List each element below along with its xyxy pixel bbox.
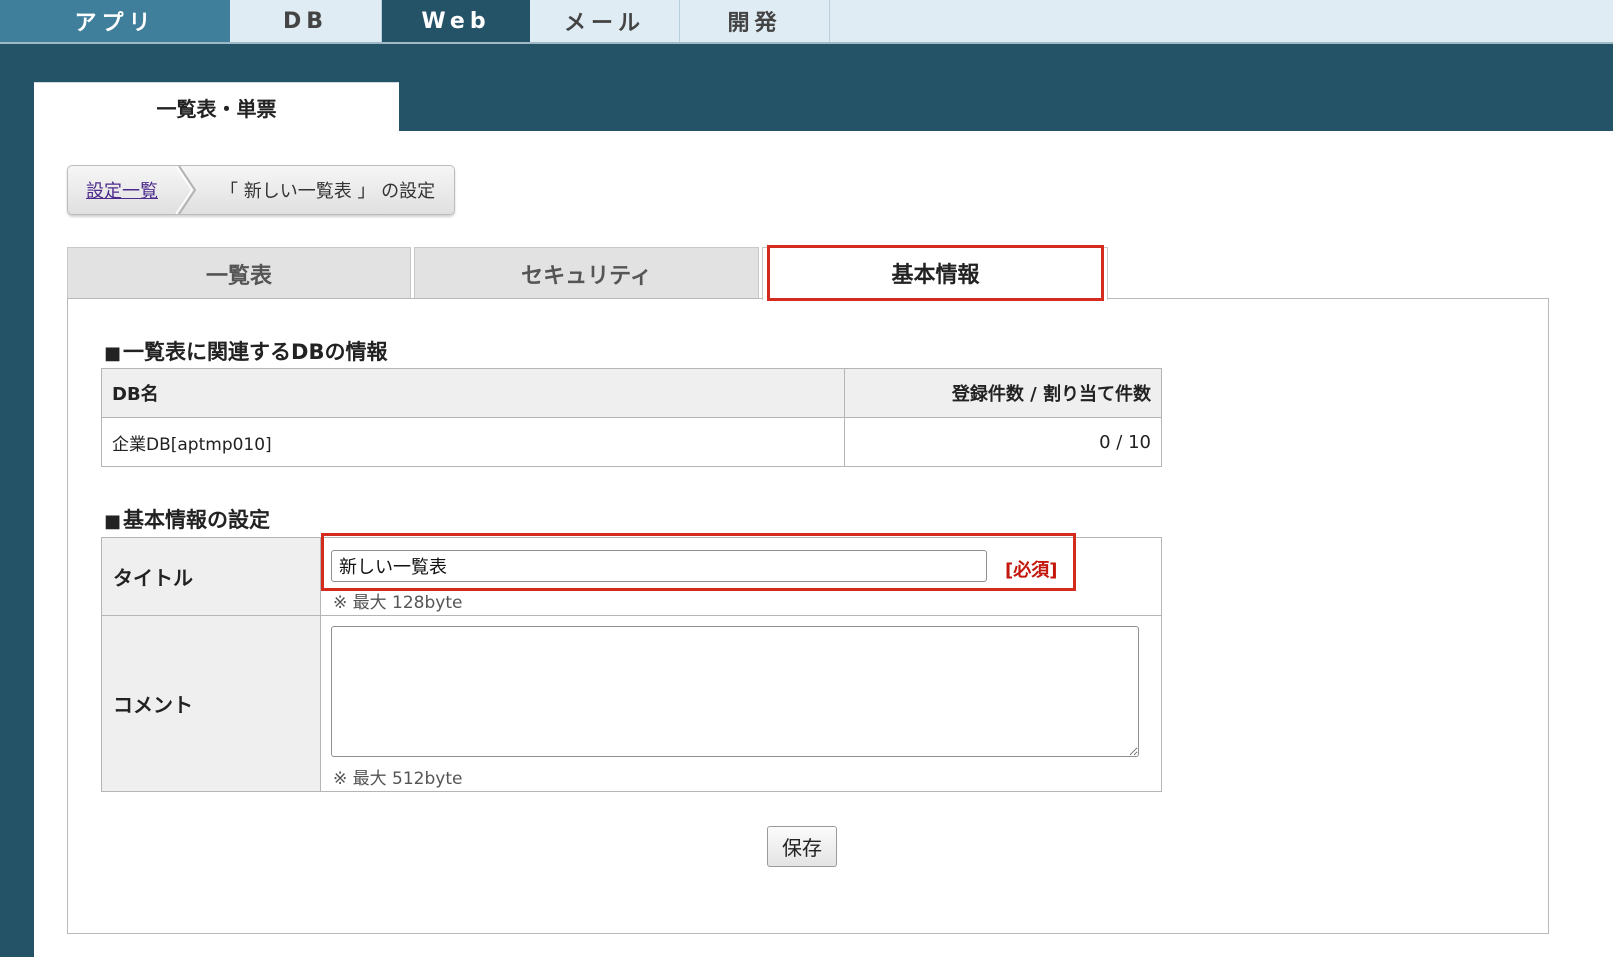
comment-max-hint: ※ 最大 512byte bbox=[333, 769, 463, 789]
db-section-title: 一覧表に関連するDBの情報 bbox=[123, 340, 388, 364]
breadcrumb-chevron-icon bbox=[175, 166, 197, 214]
section-marker-icon: ■ bbox=[104, 511, 122, 532]
nav-tab-mail[interactable]: メール bbox=[530, 0, 680, 42]
panel-tab-list-form[interactable]: 一覧表・単票 bbox=[34, 82, 399, 132]
nav-tab-db[interactable]: DB bbox=[230, 0, 382, 42]
tab-basic-info[interactable]: 基本情報 bbox=[767, 245, 1104, 301]
save-button[interactable]: 保存 bbox=[767, 826, 837, 867]
form-row-comment: コメント ※ 最大 512byte bbox=[101, 615, 1162, 792]
breadcrumb: 設定一覧 「 新しい一覧表 」 の設定 bbox=[67, 165, 455, 215]
tab-list[interactable]: 一覧表 bbox=[67, 247, 411, 299]
db-section-heading: ■一覧表に関連するDBの情報 bbox=[104, 336, 387, 366]
comment-label: コメント bbox=[101, 615, 321, 792]
basic-section-title: 基本情報の設定 bbox=[123, 508, 271, 532]
basic-info-form: タイトル [必須] ※ 最大 128byte コメント ※ 最大 512byte bbox=[101, 537, 1162, 792]
nav-tab-dev[interactable]: 開発 bbox=[680, 0, 830, 42]
breadcrumb-current: 「 新しい一覧表 」 の設定 bbox=[220, 181, 436, 202]
title-label: タイトル bbox=[101, 537, 321, 616]
record-count-cell: 0 / 10 bbox=[844, 417, 1162, 467]
basic-section-heading: ■基本情報の設定 bbox=[104, 504, 270, 534]
db-name-cell: 企業DB[aptmp010] bbox=[101, 417, 845, 467]
table-row: 企業DB[aptmp010] 0 / 10 bbox=[101, 417, 1162, 467]
title-input[interactable] bbox=[331, 550, 987, 582]
required-badge: [必須] bbox=[1005, 560, 1058, 581]
nav-tab-web[interactable]: Web bbox=[382, 0, 530, 42]
tab-security[interactable]: セキュリティ bbox=[414, 247, 759, 299]
top-navigation: アプリ DB Web メール 開発 bbox=[0, 0, 1613, 44]
table-header-row: DB名 登録件数 / 割り当て件数 bbox=[101, 368, 1162, 418]
section-marker-icon: ■ bbox=[104, 343, 122, 364]
title-max-hint: ※ 最大 128byte bbox=[333, 593, 463, 613]
column-record-count: 登録件数 / 割り当て件数 bbox=[844, 368, 1162, 418]
form-row-title: タイトル [必須] ※ 最大 128byte bbox=[101, 537, 1162, 616]
breadcrumb-settings-list-link[interactable]: 設定一覧 bbox=[68, 177, 186, 203]
db-info-table: DB名 登録件数 / 割り当て件数 企業DB[aptmp010] 0 / 10 bbox=[101, 368, 1162, 467]
column-db-name: DB名 bbox=[101, 368, 845, 418]
comment-textarea[interactable] bbox=[331, 626, 1139, 757]
nav-tab-app[interactable]: アプリ bbox=[0, 0, 230, 42]
